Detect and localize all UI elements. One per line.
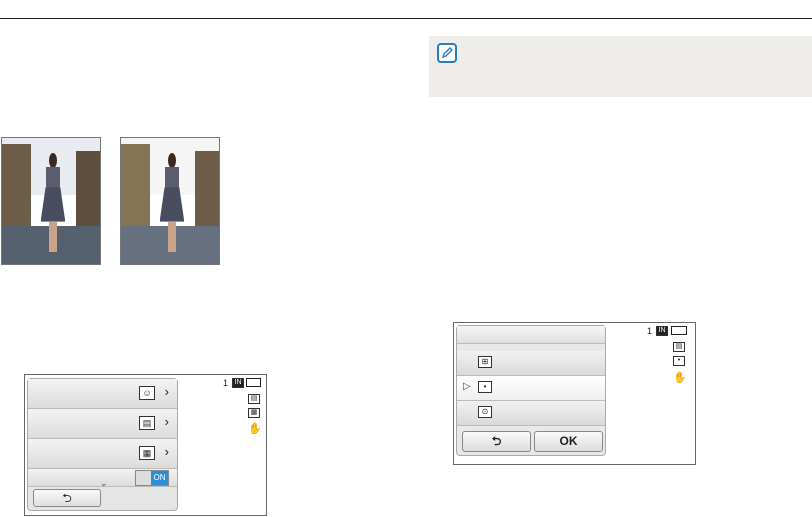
scroll-down-icon[interactable]: ⌄ <box>100 478 108 489</box>
menu-header <box>457 326 605 344</box>
quality-icon: ▦ <box>248 408 260 418</box>
back-button[interactable]: ⮌ <box>33 489 101 507</box>
header-rule <box>0 18 812 19</box>
face-detection-icon: ☺ <box>139 386 155 400</box>
chevron-right-icon: › <box>164 444 169 459</box>
photo-size-icon: ▤ <box>673 342 685 352</box>
quality-icon: ▦ <box>139 446 155 460</box>
menu-row-face-detection[interactable]: ☺ › <box>28 379 177 409</box>
note-pencil-icon <box>437 43 457 63</box>
woman-figure <box>39 153 66 254</box>
internal-memory-icon: IN <box>656 326 668 336</box>
note-box <box>429 36 812 97</box>
ok-button[interactable]: OK <box>534 431 603 452</box>
photo-after <box>120 137 220 265</box>
stabilizer-hand-icon: ✋ <box>673 372 687 384</box>
internal-memory-icon: IN <box>232 378 244 388</box>
shot-count: 1 <box>647 326 653 336</box>
focus-option-tracking[interactable]: ⊙ <box>457 401 605 426</box>
focus-option-multi[interactable]: ⊞ <box>457 351 605 376</box>
photo-before <box>1 137 101 265</box>
woman-figure <box>158 153 185 254</box>
chevron-right-icon: › <box>164 384 169 399</box>
stabilizer-hand-icon: ✋ <box>248 423 262 435</box>
toggle-switch[interactable]: ON <box>135 470 169 486</box>
center-af-icon: • <box>673 356 685 366</box>
chevron-right-icon: › <box>164 414 169 429</box>
shot-count: 1 <box>223 378 229 388</box>
tracking-af-icon: ⊙ <box>478 406 492 418</box>
focus-menu-right: ⊞ ▷ • ⊙ ⮌ OK <box>456 325 606 456</box>
menu-row-quality[interactable]: ▦ › <box>28 439 177 469</box>
photo-size-icon: ▤ <box>139 416 155 430</box>
battery-icon <box>246 378 261 387</box>
settings-menu-left: ⌃ ☺ › ▤ › ▦ › ON ⌄ ⮌ <box>27 378 178 511</box>
center-af-icon: • <box>478 381 492 393</box>
focus-option-center[interactable]: ▷ • <box>457 376 605 401</box>
menu-row-photo-size[interactable]: ▤ › <box>28 409 177 439</box>
multi-af-icon: ⊞ <box>478 356 492 368</box>
battery-icon <box>671 326 687 335</box>
back-button[interactable]: ⮌ <box>462 431 531 452</box>
selection-arrow-icon: ▷ <box>463 381 471 392</box>
photo-size-icon: ▤ <box>248 394 260 404</box>
